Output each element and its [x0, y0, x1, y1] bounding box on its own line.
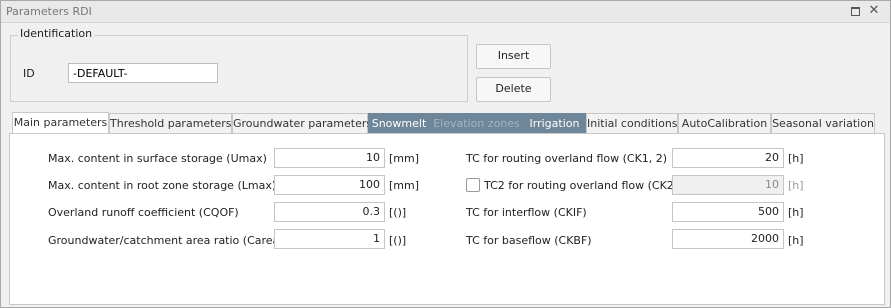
- umax-unit: [mm]: [389, 152, 420, 165]
- ck12-field[interactable]: 20: [672, 148, 784, 168]
- cqof-label: Overland runoff coefficient (CQOF): [48, 206, 239, 219]
- tab-snowmelt[interactable]: Snowmelt: [368, 113, 430, 133]
- window-title: Parameters RDI: [6, 5, 92, 18]
- ckif-field[interactable]: 500: [672, 202, 784, 222]
- restore-icon[interactable]: [847, 3, 863, 19]
- cqof-field[interactable]: 0.3: [274, 202, 385, 222]
- ckbf-unit: [h]: [788, 234, 804, 247]
- title-bar: Parameters RDI ✕: [1, 1, 890, 23]
- tab-autocalibration[interactable]: AutoCalibration: [678, 113, 771, 133]
- tab-initial-conditions[interactable]: Initial conditions: [586, 113, 678, 133]
- identification-legend: Identification: [18, 27, 95, 40]
- carea-field[interactable]: 1: [274, 229, 385, 249]
- umax-field[interactable]: 10: [274, 148, 385, 168]
- tab-irrigation[interactable]: Irrigation: [523, 113, 586, 133]
- ck2-field: 10: [672, 175, 784, 195]
- ck2-label: TC2 for routing overland flow (CK2): [484, 179, 679, 192]
- carea-unit: [()]: [389, 234, 407, 247]
- delete-button[interactable]: Delete: [476, 77, 551, 102]
- ckif-label: TC for interflow (CKIF): [466, 206, 587, 219]
- tab-threshold-parameters[interactable]: Threshold parameters: [109, 113, 232, 133]
- ck2-unit: [h]: [788, 179, 804, 192]
- lmax-field[interactable]: 100: [274, 175, 385, 195]
- lmax-label: Max. content in root zone storage (Lmax): [48, 179, 277, 192]
- id-label: ID: [23, 67, 35, 80]
- ck12-unit: [h]: [788, 152, 804, 165]
- tab-main-parameters[interactable]: Main parameters: [12, 112, 109, 134]
- tab-seasonal-variation[interactable]: Seasonal variation: [771, 113, 875, 133]
- cqof-unit: [()]: [389, 206, 407, 219]
- ckbf-field[interactable]: 2000: [672, 229, 784, 249]
- tab-elevation-zones: Elevation zones: [430, 113, 523, 133]
- id-field[interactable]: [68, 63, 218, 83]
- ckif-unit: [h]: [788, 206, 804, 219]
- close-icon[interactable]: ✕: [866, 3, 882, 19]
- carea-label: Groundwater/catchment area ratio (Carea): [48, 234, 284, 247]
- ck12-label: TC for routing overland flow (CK1, 2): [466, 152, 668, 165]
- insert-button[interactable]: Insert: [476, 44, 551, 69]
- ckbf-label: TC for baseflow (CKBF): [466, 234, 592, 247]
- ck2-checkbox[interactable]: [466, 178, 480, 192]
- tab-groundwater-parameters[interactable]: Groundwater parameters: [232, 113, 372, 133]
- umax-label: Max. content in surface storage (Umax): [48, 152, 267, 165]
- lmax-unit: [mm]: [389, 179, 420, 192]
